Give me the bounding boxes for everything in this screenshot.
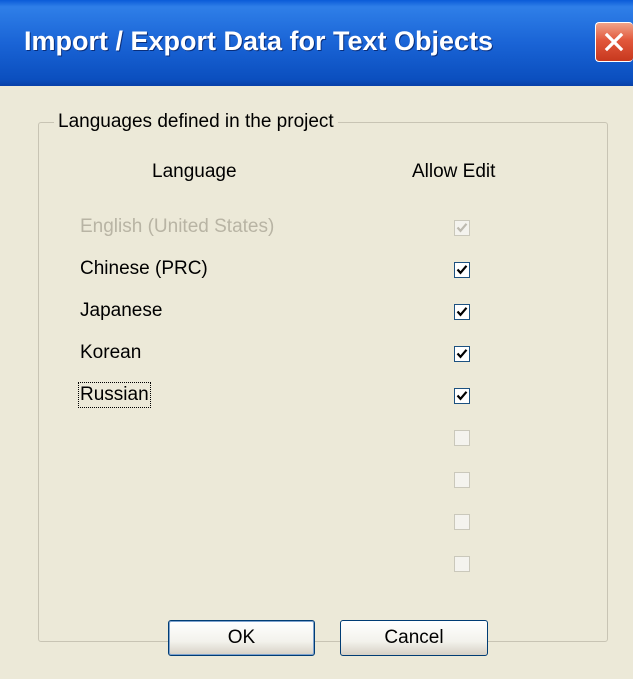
close-button[interactable] [595, 22, 633, 62]
language-label: Japanese [80, 300, 163, 321]
checkmark-icon [456, 265, 468, 275]
cancel-button[interactable]: Cancel [340, 620, 488, 656]
allow-edit-checkbox [454, 472, 470, 488]
allow-edit-checkbox [454, 514, 470, 530]
window-title: Import / Export Data for Text Objects [24, 26, 494, 56]
title-bar: Import / Export Data for Text Objects [0, 0, 633, 86]
column-header-language: Language [152, 161, 237, 182]
allow-edit-checkbox[interactable] [454, 346, 470, 362]
language-label: English (United States) [80, 216, 275, 237]
checkmark-icon [456, 349, 468, 359]
language-label: Korean [80, 342, 142, 363]
allow-edit-checkbox [454, 556, 470, 572]
checkmark-icon [456, 223, 468, 233]
language-label: Chinese (PRC) [80, 258, 208, 279]
checkmark-icon [456, 307, 468, 317]
column-header-allow-edit: Allow Edit [412, 161, 496, 182]
checkmark-icon [456, 391, 468, 401]
ok-button[interactable]: OK [168, 620, 315, 656]
language-label: Russian [78, 382, 151, 408]
groupbox-label: Languages defined in the project [54, 111, 338, 133]
allow-edit-checkbox[interactable] [454, 304, 470, 320]
allow-edit-checkbox [454, 220, 470, 236]
allow-edit-checkbox[interactable] [454, 262, 470, 278]
dialog-body: Languages defined in the project Languag… [0, 86, 633, 679]
allow-edit-checkbox [454, 430, 470, 446]
allow-edit-checkbox[interactable] [454, 388, 470, 404]
languages-groupbox [38, 122, 608, 642]
